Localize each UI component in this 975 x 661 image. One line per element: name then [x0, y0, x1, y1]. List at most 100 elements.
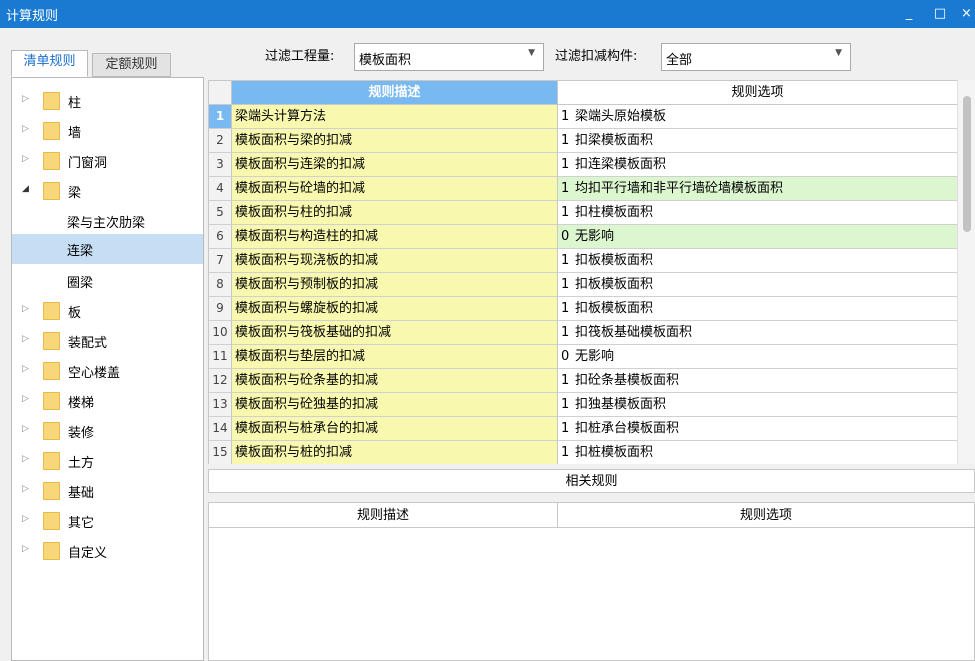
- folder-icon: [43, 362, 60, 380]
- scrollbar-thumb[interactable]: [963, 96, 971, 232]
- table-row[interactable]: 13 模板面积与砼独基的扣减 1 扣独基模板面积: [209, 393, 958, 417]
- rule-option-cell[interactable]: 1 扣独基模板面积: [558, 393, 958, 417]
- row-number: 1: [209, 105, 232, 129]
- maximize-icon[interactable]: □: [929, 3, 951, 25]
- tree-item-foundation[interactable]: ▷ 基础: [12, 476, 203, 506]
- filter-component-label: 过滤扣减构件:: [555, 49, 638, 64]
- option-number: 1: [561, 277, 570, 292]
- table-row[interactable]: 6 模板面积与构造柱的扣减 0 无影响: [209, 225, 958, 249]
- expand-arrow-icon[interactable]: ▷: [22, 94, 29, 104]
- row-number: 8: [209, 273, 232, 297]
- tree-item-stairs[interactable]: ▷ 楼梯: [12, 386, 203, 416]
- tab-bill-rules[interactable]: 清单规则: [11, 50, 88, 77]
- tree-item-beam[interactable]: ◢ 梁: [12, 176, 203, 206]
- rule-option-cell[interactable]: 1 扣砼条基模板面积: [558, 369, 958, 393]
- expand-arrow-icon[interactable]: ▷: [22, 424, 29, 434]
- expand-arrow-icon[interactable]: ▷: [22, 454, 29, 464]
- collapse-arrow-icon[interactable]: ◢: [22, 184, 29, 194]
- minimize-icon[interactable]: _: [898, 3, 920, 25]
- table-row[interactable]: 14 模板面积与桩承台的扣减 1 扣桩承台模板面积: [209, 417, 958, 441]
- table-row[interactable]: 15 模板面积与桩的扣减 1 扣桩模板面积: [209, 441, 958, 464]
- option-text: 扣柱模板面积: [575, 205, 654, 220]
- tree-item-custom[interactable]: ▷ 自定义: [12, 536, 203, 566]
- folder-icon: [43, 182, 60, 200]
- chevron-down-icon: ▼: [835, 48, 842, 58]
- row-number: 9: [209, 297, 232, 321]
- option-number: 0: [561, 349, 570, 364]
- table-row[interactable]: 1 梁端头计算方法 1 梁端头原始模板: [209, 105, 958, 129]
- expand-arrow-icon[interactable]: ▷: [22, 484, 29, 494]
- rule-option-cell[interactable]: 0 无影响: [558, 225, 958, 249]
- tree-item-label: 板: [68, 306, 82, 321]
- table-row[interactable]: 9 模板面积与螺旋板的扣减 1 扣板模板面积: [209, 297, 958, 321]
- expand-arrow-icon[interactable]: ▷: [22, 364, 29, 374]
- expand-arrow-icon[interactable]: ▷: [22, 514, 29, 524]
- tree-item-slab[interactable]: ▷ 板: [12, 296, 203, 326]
- rule-option-cell[interactable]: 1 扣板模板面积: [558, 297, 958, 321]
- table-row[interactable]: 3 模板面积与连梁的扣减 1 扣连梁模板面积: [209, 153, 958, 177]
- rule-option-cell[interactable]: 1 扣筏板基础模板面积: [558, 321, 958, 345]
- option-number: 1: [561, 445, 570, 460]
- filter-component-value: 全部: [666, 53, 693, 68]
- expand-arrow-icon[interactable]: ▷: [22, 394, 29, 404]
- rule-description-cell: 模板面积与砼墙的扣减: [232, 177, 558, 201]
- row-number: 15: [209, 441, 232, 464]
- tree-item-prefab[interactable]: ▷ 装配式: [12, 326, 203, 356]
- table-row[interactable]: 8 模板面积与预制板的扣减 1 扣板模板面积: [209, 273, 958, 297]
- rule-option-cell[interactable]: 1 均扣平行墙和非平行墙砼墙模板面积: [558, 177, 958, 201]
- tree-item-earthwork[interactable]: ▷ 土方: [12, 446, 203, 476]
- expand-arrow-icon[interactable]: ▷: [22, 544, 29, 554]
- table-row[interactable]: 7 模板面积与现浇板的扣减 1 扣板模板面积: [209, 249, 958, 273]
- rule-option-cell[interactable]: 1 扣板模板面积: [558, 273, 958, 297]
- tree-item-coupling-beam[interactable]: 连梁: [12, 234, 203, 264]
- row-number: 12: [209, 369, 232, 393]
- tree-item-main-secondary-beam[interactable]: 梁与主次肋梁: [12, 206, 203, 236]
- filter-component-select[interactable]: 全部 ▼: [661, 43, 851, 71]
- tab-quota-rules[interactable]: 定额规则: [92, 53, 171, 77]
- table-row[interactable]: 5 模板面积与柱的扣减 1 扣柱模板面积: [209, 201, 958, 225]
- close-icon[interactable]: ×: [958, 3, 975, 25]
- title-bar: 计算规则 _ □ ×: [0, 0, 975, 28]
- option-number: 0: [561, 229, 570, 244]
- table-row[interactable]: 10 模板面积与筏板基础的扣减 1 扣筏板基础模板面积: [209, 321, 958, 345]
- rule-option-cell[interactable]: 1 梁端头原始模板: [558, 105, 958, 129]
- tree-item-hollow-floor[interactable]: ▷ 空心楼盖: [12, 356, 203, 386]
- tree-item-label: 连梁: [67, 244, 94, 259]
- filter-quantity-select[interactable]: 模板面积 ▼: [354, 43, 544, 71]
- row-number: 4: [209, 177, 232, 201]
- rule-option-cell[interactable]: 1 扣桩模板面积: [558, 441, 958, 464]
- tree-item-column[interactable]: ▷ 柱: [12, 86, 203, 116]
- tree-item-door-window[interactable]: ▷ 门窗洞: [12, 146, 203, 176]
- tree-item-other[interactable]: ▷ 其它: [12, 506, 203, 536]
- table-row[interactable]: 2 模板面积与梁的扣减 1 扣梁模板面积: [209, 129, 958, 153]
- rule-option-cell[interactable]: 1 扣梁模板面积: [558, 129, 958, 153]
- rule-description-cell: 模板面积与垫层的扣减: [232, 345, 558, 369]
- tree-item-ring-beam[interactable]: 圈梁: [12, 266, 203, 296]
- rule-option-cell[interactable]: 1 扣连梁模板面积: [558, 153, 958, 177]
- grid-scrollbar[interactable]: [957, 80, 975, 464]
- tree-item-wall[interactable]: ▷ 墙: [12, 116, 203, 146]
- expand-arrow-icon[interactable]: ▷: [22, 154, 29, 164]
- tree-item-decoration[interactable]: ▷ 装修: [12, 416, 203, 446]
- rule-option-cell[interactable]: 1 扣柱模板面积: [558, 201, 958, 225]
- expand-arrow-icon[interactable]: ▷: [22, 334, 29, 344]
- related-column-header-description[interactable]: 规则描述: [209, 503, 558, 528]
- column-header-description[interactable]: 规则描述: [232, 81, 558, 105]
- option-number: 1: [561, 157, 570, 172]
- expand-arrow-icon[interactable]: ▷: [22, 124, 29, 134]
- tree-item-label: 门窗洞: [68, 156, 108, 171]
- rule-option-cell[interactable]: 1 扣板模板面积: [558, 249, 958, 273]
- related-column-header-option[interactable]: 规则选项: [558, 503, 974, 528]
- table-row[interactable]: 4 模板面积与砼墙的扣减 1 均扣平行墙和非平行墙砼墙模板面积: [209, 177, 958, 201]
- tree-item-label: 梁与主次肋梁: [67, 216, 146, 231]
- table-row[interactable]: 12 模板面积与砼条基的扣减 1 扣砼条基模板面积: [209, 369, 958, 393]
- rule-description-cell: 模板面积与梁的扣减: [232, 129, 558, 153]
- table-row[interactable]: 11 模板面积与垫层的扣减 0 无影响: [209, 345, 958, 369]
- window-title: 计算规则: [6, 9, 59, 24]
- folder-icon: [43, 512, 60, 530]
- option-text: 扣筏板基础模板面积: [575, 325, 693, 340]
- expand-arrow-icon[interactable]: ▷: [22, 304, 29, 314]
- rule-option-cell[interactable]: 0 无影响: [558, 345, 958, 369]
- column-header-option[interactable]: 规则选项: [558, 81, 958, 105]
- rule-option-cell[interactable]: 1 扣桩承台模板面积: [558, 417, 958, 441]
